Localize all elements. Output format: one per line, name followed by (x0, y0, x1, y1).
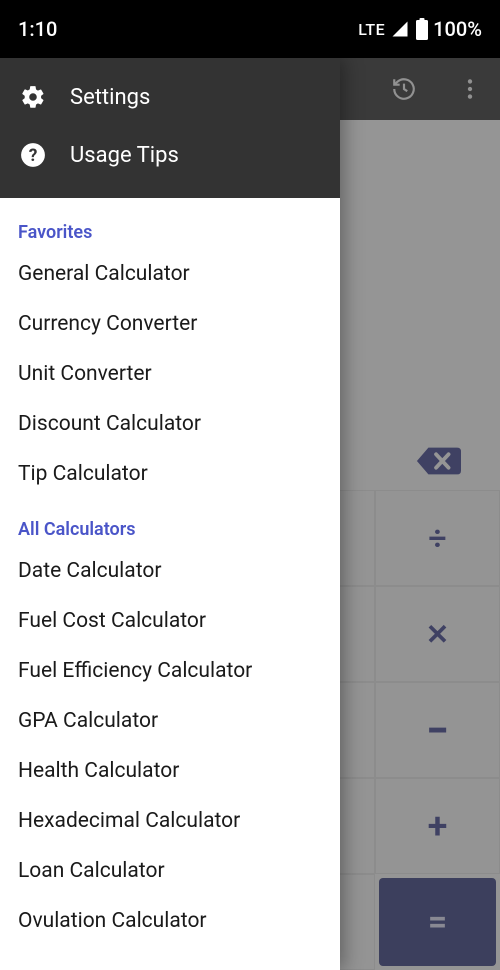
drawer-item-tip-calculator[interactable]: Tip Calculator (18, 449, 322, 499)
network-label: LTE (358, 20, 385, 39)
drawer-item-ovulation-calculator[interactable]: Ovulation Calculator (18, 896, 322, 946)
svg-text:?: ? (29, 146, 38, 166)
drawer-item-fuel-cost-calculator[interactable]: Fuel Cost Calculator (18, 596, 322, 646)
drawer-item-health-calculator[interactable]: Health Calculator (18, 746, 322, 796)
drawer-usage-tips[interactable]: ? Usage Tips (0, 126, 340, 184)
drawer-body: Favorites General Calculator Currency Co… (0, 198, 340, 970)
drawer-item-gpa-calculator[interactable]: GPA Calculator (18, 696, 322, 746)
drawer-settings[interactable]: Settings (0, 68, 340, 126)
gear-icon (20, 84, 46, 110)
favorites-title: Favorites (18, 212, 322, 249)
drawer-item-discount-calculator[interactable]: Discount Calculator (18, 399, 322, 449)
drawer-item-date-calculator[interactable]: Date Calculator (18, 546, 322, 596)
drawer-item-currency-converter[interactable]: Currency Converter (18, 299, 322, 349)
drawer-item-fuel-efficiency-calculator[interactable]: Fuel Efficiency Calculator (18, 646, 322, 696)
drawer-item-loan-calculator[interactable]: Loan Calculator (18, 846, 322, 896)
drawer-item-general-calculator[interactable]: General Calculator (18, 249, 322, 299)
usage-tips-label: Usage Tips (70, 143, 179, 168)
signal-icon (389, 20, 411, 38)
settings-label: Settings (70, 85, 150, 110)
drawer-item-hexadecimal-calculator[interactable]: Hexadecimal Calculator (18, 796, 322, 846)
battery-icon (415, 18, 429, 40)
battery-percent: 100% (433, 17, 482, 41)
drawer-item-unit-converter[interactable]: Unit Converter (18, 349, 322, 399)
all-calculators-title: All Calculators (18, 509, 322, 546)
navigation-drawer: Settings ? Usage Tips Favorites General … (0, 58, 340, 970)
status-bar: 1:10 LTE 100% (0, 0, 500, 58)
status-right: LTE 100% (358, 17, 482, 41)
help-icon: ? (20, 142, 46, 168)
drawer-header: Settings ? Usage Tips (0, 58, 340, 198)
status-time: 1:10 (18, 17, 57, 41)
